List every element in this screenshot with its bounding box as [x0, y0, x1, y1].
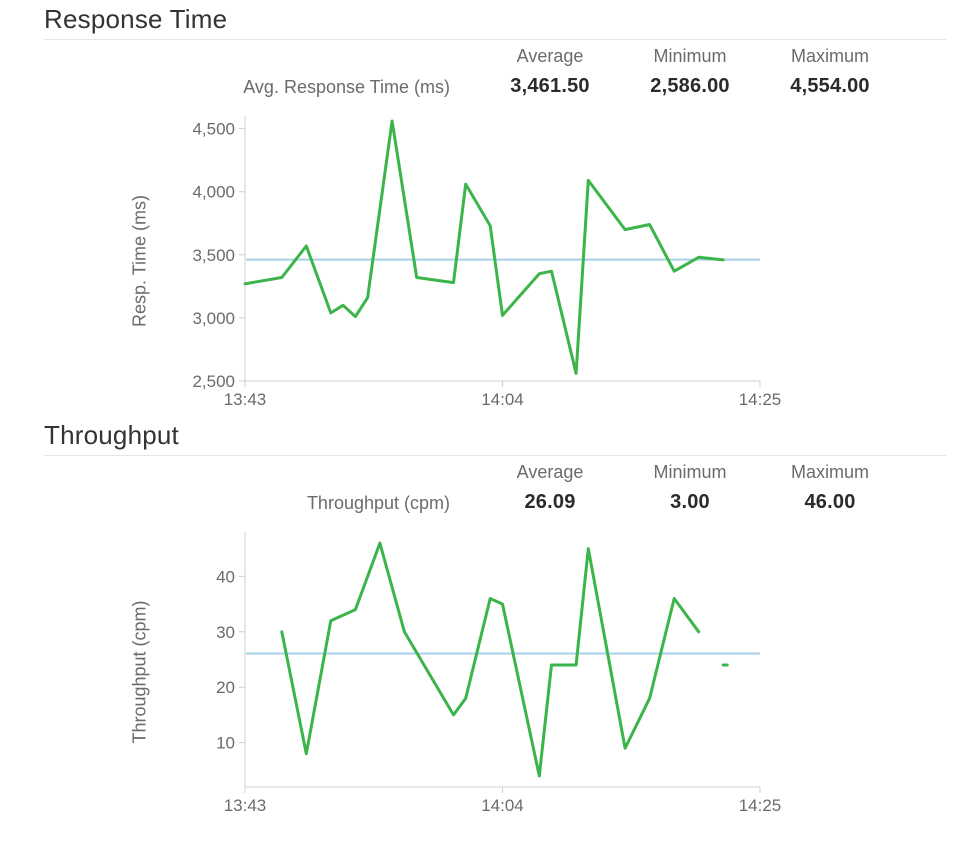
col-maximum-label: Maximum	[760, 462, 900, 485]
svg-text:14:25: 14:25	[739, 390, 782, 409]
y-axis-label: Throughput (cpm)	[130, 600, 151, 743]
panel-response-time: Response Time Average Minimum Maximum Av…	[0, 0, 960, 416]
stats-maximum-value: 4,554.00	[760, 75, 900, 98]
svg-text:4,500: 4,500	[192, 120, 235, 139]
svg-text:3,000: 3,000	[192, 309, 235, 328]
col-minimum-label: Minimum	[620, 46, 760, 69]
stats-minimum-value: 3.00	[620, 491, 760, 514]
stats-metric-name: Throughput (cpm)	[0, 493, 480, 514]
svg-text:3,500: 3,500	[192, 246, 235, 265]
stats-maximum-value: 46.00	[760, 491, 900, 514]
divider	[44, 455, 946, 456]
svg-text:14:04: 14:04	[481, 390, 524, 409]
svg-text:40: 40	[216, 567, 235, 586]
svg-text:2,500: 2,500	[192, 372, 235, 391]
y-axis-label: Resp. Time (ms)	[130, 195, 151, 327]
stats-average-value: 3,461.50	[480, 75, 620, 98]
col-maximum-label: Maximum	[760, 46, 900, 69]
stats-average-value: 26.09	[480, 491, 620, 514]
svg-text:4,000: 4,000	[192, 183, 235, 202]
chart-throughput: Throughput (cpm) 10 20 30 40 13:43 14:04 14:25	[0, 522, 960, 822]
svg-text:30: 30	[216, 623, 235, 642]
panel-throughput: Throughput Average Minimum Maximum Throu…	[0, 416, 960, 822]
stats-header-row: Average Minimum Maximum	[0, 462, 960, 485]
col-minimum-label: Minimum	[620, 462, 760, 485]
panel-title: Response Time	[44, 4, 960, 35]
svg-text:14:04: 14:04	[481, 796, 524, 815]
divider	[44, 39, 946, 40]
svg-text:20: 20	[216, 678, 235, 697]
stats-header-row: Average Minimum Maximum	[0, 46, 960, 69]
stats-value-row: Throughput (cpm) 26.09 3.00 46.00	[0, 491, 960, 514]
line-chart: 10 20 30 40 13:43 14:04 14:25	[170, 522, 790, 822]
col-average-label: Average	[480, 46, 620, 69]
stats-minimum-value: 2,586.00	[620, 75, 760, 98]
panel-title: Throughput	[44, 420, 960, 451]
svg-text:13:43: 13:43	[224, 390, 267, 409]
stats-metric-name: Avg. Response Time (ms)	[0, 77, 480, 98]
line-chart: 2,500 3,000 3,500 4,000 4,500 13:43 14:04 14:25	[170, 106, 790, 416]
col-average-label: Average	[480, 462, 620, 485]
stats-value-row: Avg. Response Time (ms) 3,461.50 2,586.0…	[0, 75, 960, 98]
svg-text:13:43: 13:43	[224, 796, 267, 815]
chart-response-time: Resp. Time (ms) 2,500 3,000 3,500 4,000 4,50…	[0, 106, 960, 416]
svg-text:10: 10	[216, 734, 235, 753]
svg-text:14:25: 14:25	[739, 796, 782, 815]
